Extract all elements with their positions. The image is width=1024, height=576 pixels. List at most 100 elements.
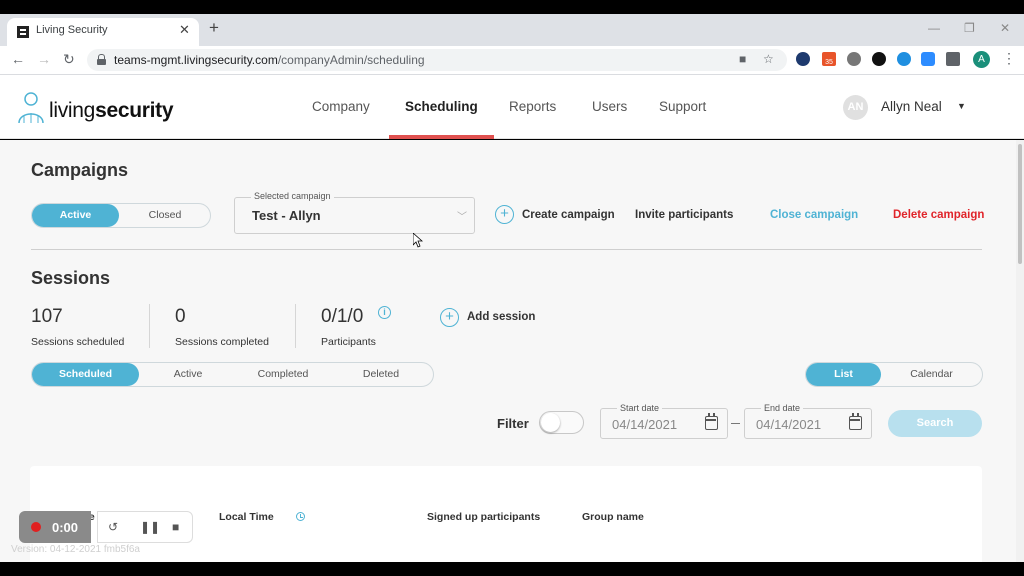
bolt-extension-icon[interactable] <box>872 52 886 66</box>
calendar-extension-icon[interactable]: 35 <box>822 52 836 66</box>
tab-title: Living Security <box>36 24 108 36</box>
sessions-completed-label: Sessions completed <box>175 336 269 348</box>
toggle-active[interactable]: Active <box>32 204 119 227</box>
sessions-completed-count: 0 <box>175 306 186 327</box>
plus-circle-icon[interactable]: + <box>440 308 459 327</box>
session-status-tabs: Scheduled Active Completed Deleted <box>31 362 434 387</box>
restart-icon[interactable]: ↺ <box>108 520 118 534</box>
stat-separator <box>295 304 296 348</box>
password-extension-icon[interactable] <box>796 52 810 66</box>
tab-scheduled[interactable]: Scheduled <box>32 363 139 386</box>
sessions-title: Sessions <box>31 268 111 288</box>
zoom-extension-icon[interactable] <box>921 52 935 66</box>
campaign-select-value: Test - Allyn <box>252 208 321 223</box>
campaign-select[interactable]: Selected campaign Test - Allyn ﹀ <box>234 191 475 234</box>
nav-reports[interactable]: Reports <box>509 99 556 114</box>
lock-icon <box>97 54 106 65</box>
delete-campaign-button[interactable]: Delete campaign <box>893 209 984 221</box>
user-menu-caret-icon[interactable]: ▼ <box>957 101 966 111</box>
forward-arrow-icon[interactable]: → <box>37 51 51 67</box>
switch-knob <box>541 413 560 432</box>
window-close-icon[interactable]: ✕ <box>1000 21 1010 35</box>
puzzle-extensions-icon[interactable] <box>946 52 960 66</box>
recording-time: 0:00 <box>52 520 79 535</box>
start-date-input[interactable]: Start date 04/14/2021 <box>600 403 728 439</box>
tab-deleted[interactable]: Deleted <box>329 363 433 386</box>
tab-active[interactable]: Active <box>139 363 237 386</box>
column-header-signed-up[interactable]: Signed up participants <box>427 511 540 523</box>
participants-label: Participants <box>321 336 376 348</box>
start-date-label: Start date <box>617 403 663 413</box>
address-bar[interactable]: teams-mgmt.livingsecurity.com/companyAdm… <box>87 49 787 71</box>
recorder-status: 0:00 <box>19 511 91 543</box>
sessions-scheduled-label: Sessions scheduled <box>31 336 125 348</box>
start-date-value: 04/14/2021 <box>612 417 678 432</box>
circle-extension-icon[interactable] <box>847 52 861 66</box>
url-text: teams-mgmt.livingsecurity.com/companyAdm… <box>114 53 425 67</box>
ring-extension-icon[interactable] <box>897 52 911 66</box>
calendar-icon[interactable] <box>705 413 718 430</box>
filter-switch[interactable] <box>539 411 584 434</box>
create-campaign-button[interactable]: Create campaign <box>522 209 615 221</box>
campaign-select-label: Selected campaign <box>251 191 334 201</box>
minimize-icon[interactable]: — <box>928 21 940 35</box>
date-range-dash <box>731 423 740 424</box>
stat-separator <box>149 304 150 348</box>
tab-completed[interactable]: Completed <box>237 363 329 386</box>
filter-label: Filter <box>497 416 529 431</box>
view-list[interactable]: List <box>806 363 881 386</box>
search-button[interactable]: Search <box>888 410 982 437</box>
profile-avatar[interactable]: A <box>973 51 990 68</box>
new-tab-button[interactable]: + <box>209 19 219 36</box>
info-icon[interactable]: i <box>378 306 391 319</box>
end-date-input[interactable]: End date 04/14/2021 <box>744 403 872 439</box>
section-divider <box>31 249 982 250</box>
screen: Living Security ✕ + — ❐ ✕ ← → ↻ teams-mg… <box>0 0 1024 576</box>
page-scrollbar[interactable] <box>1016 140 1024 562</box>
app-header: livingsecurity Company Scheduling Report… <box>0 75 1024 139</box>
participants-count: 0/1/0 <box>321 306 364 327</box>
nav-support[interactable]: Support <box>659 99 706 114</box>
column-header-group-name[interactable]: Group name <box>582 511 644 523</box>
view-calendar[interactable]: Calendar <box>881 363 982 386</box>
bookmark-star-icon[interactable]: ☆ <box>763 52 774 66</box>
invite-participants-button[interactable]: Invite participants <box>635 209 733 221</box>
site-favicon-icon <box>17 26 29 38</box>
view-toggle: List Calendar <box>805 362 983 387</box>
camera-icon[interactable]: ■ <box>739 52 746 66</box>
reload-icon[interactable]: ↻ <box>63 51 75 68</box>
pause-icon[interactable]: ❚❚ <box>140 520 160 534</box>
end-date-value: 04/14/2021 <box>756 417 822 432</box>
browser-tab[interactable]: Living Security ✕ <box>7 18 199 46</box>
sessions-scheduled-count: 107 <box>31 306 63 327</box>
screen-recorder: 0:00 ↺ ❚❚ ■ <box>19 511 193 543</box>
scroll-thumb[interactable] <box>1018 144 1022 264</box>
user-avatar[interactable]: AN <box>843 95 868 120</box>
back-arrow-icon[interactable]: ← <box>11 51 25 67</box>
campaigns-title: Campaigns <box>31 160 129 180</box>
toggle-closed[interactable]: Closed <box>120 204 210 227</box>
nav-scheduling[interactable]: Scheduling <box>405 99 478 114</box>
calendar-icon[interactable] <box>849 413 862 430</box>
column-header-local-time[interactable]: Local Time <box>219 511 274 523</box>
logo-wordmark[interactable]: livingsecurity <box>49 99 174 123</box>
tab-close-icon[interactable]: ✕ <box>179 22 190 38</box>
version-text: Version: 04-12-2021 fmb5f6a <box>11 544 140 555</box>
browser-menu-icon[interactable]: ⋮ <box>1002 50 1016 67</box>
campaign-status-toggle: Active Closed <box>31 203 211 228</box>
plus-circle-icon[interactable]: + <box>495 205 514 224</box>
main-content: Campaigns Active Closed Selected campaig… <box>0 140 1016 562</box>
browser-toolbar: ← → ↻ teams-mgmt.livingsecurity.com/comp… <box>0 46 1024 75</box>
stop-icon[interactable]: ■ <box>172 520 179 534</box>
user-name[interactable]: Allyn Neal <box>881 99 942 114</box>
restore-icon[interactable]: ❐ <box>964 21 975 35</box>
active-nav-indicator <box>389 135 494 139</box>
add-session-button[interactable]: Add session <box>467 311 535 323</box>
nav-company[interactable]: Company <box>312 99 370 114</box>
close-campaign-button[interactable]: Close campaign <box>770 209 858 221</box>
recorder-controls: ↺ ❚❚ ■ <box>97 511 193 543</box>
logo-person-icon <box>18 92 44 123</box>
browser-tab-bar: Living Security ✕ + — ❐ ✕ <box>0 14 1024 46</box>
nav-users[interactable]: Users <box>592 99 627 114</box>
mouse-cursor-icon <box>413 233 423 248</box>
